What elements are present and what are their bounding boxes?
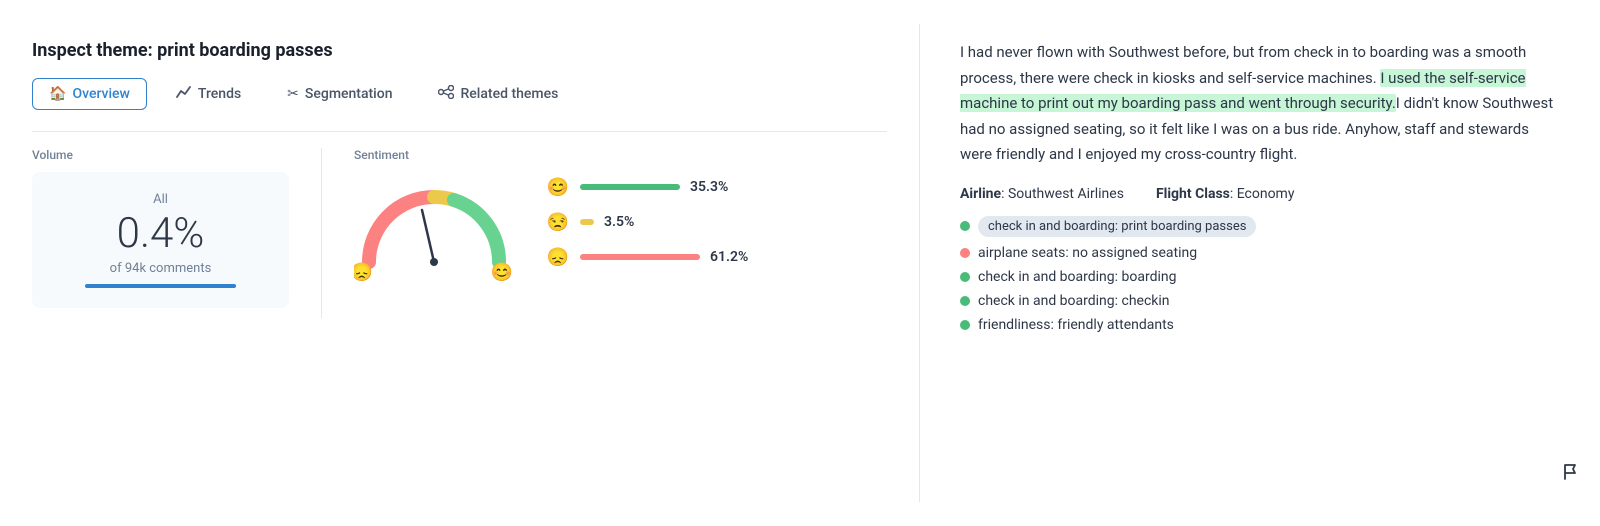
neutral-bar	[580, 219, 594, 225]
tag-4: friendliness: friendly attendants	[960, 317, 1560, 333]
volume-card: All 0.4% of 94k comments	[32, 172, 289, 308]
volume-label: Volume	[32, 148, 289, 162]
left-panel: Inspect theme: print boarding passes 🏠 O…	[0, 24, 920, 502]
gauge: 😞 😊	[354, 172, 514, 272]
svg-text:😞: 😞	[354, 262, 373, 282]
sentiment-breakdown: 😊 35.3% 😒 3.5% 😞	[546, 177, 754, 268]
volume-comments: of 94k comments	[52, 261, 269, 276]
airline-value: Southwest Airlines	[1008, 186, 1124, 202]
gauge-svg: 😞 😊	[354, 172, 514, 282]
positive-bar	[580, 184, 680, 190]
tag-2: check in and boarding: boarding	[960, 269, 1560, 285]
flight-class-label: Flight Class	[1156, 186, 1230, 202]
neutral-emoji: 😒	[546, 212, 570, 233]
tab-trends[interactable]: Trends	[159, 77, 258, 111]
flight-class-value: Economy	[1237, 186, 1295, 202]
tag-label-1: airplane seats: no assigned seating	[978, 245, 1197, 261]
right-panel: I had never flown with Southwest before,…	[920, 24, 1600, 502]
tag-1: airplane seats: no assigned seating	[960, 245, 1560, 261]
scissors-icon: ✂	[287, 86, 299, 102]
sentiment-positive: 😊 35.3%	[546, 177, 754, 198]
tag-dot-2	[960, 272, 970, 282]
tag-label-4: friendliness: friendly attendants	[978, 317, 1174, 333]
flight-colon: :	[1230, 186, 1237, 202]
review-meta: Airline: Southwest Airlines Flight Class…	[960, 186, 1560, 202]
related-icon	[438, 85, 454, 103]
negative-emoji: 😞	[546, 247, 570, 268]
volume-percent: 0.4%	[52, 211, 269, 257]
negative-pct: 61.2%	[710, 249, 754, 265]
tab-bar: 🏠 Overview Trends ✂ Segmentation Related…	[32, 77, 887, 111]
airline-colon: :	[1001, 186, 1008, 202]
flag-button[interactable]	[1562, 463, 1580, 486]
volume-bar	[85, 284, 237, 288]
metrics-row: Volume All 0.4% of 94k comments Sentimen…	[32, 148, 887, 318]
positive-emoji: 😊	[546, 177, 570, 198]
tag-dot-1	[960, 248, 970, 258]
sentiment-label: Sentiment	[354, 148, 887, 162]
sentiment-section: Sentiment	[322, 148, 887, 318]
airline-meta: Airline: Southwest Airlines	[960, 186, 1124, 202]
airline-label: Airline	[960, 186, 1001, 202]
tags-list: check in and boarding: print boarding pa…	[960, 216, 1560, 333]
volume-sub: All	[52, 192, 269, 207]
tag-3: check in and boarding: checkin	[960, 293, 1560, 309]
flight-class-meta: Flight Class: Economy	[1156, 186, 1295, 202]
review-text: I had never flown with Southwest before,…	[960, 40, 1560, 168]
home-icon: 🏠	[49, 86, 66, 102]
tab-segmentation[interactable]: ✂ Segmentation	[270, 78, 409, 110]
tag-dot-0	[960, 221, 970, 231]
tag-dot-4	[960, 320, 970, 330]
tag-0: check in and boarding: print boarding pa…	[960, 216, 1560, 237]
trends-icon	[176, 85, 192, 103]
positive-pct: 35.3%	[690, 179, 734, 195]
page-title: Inspect theme: print boarding passes	[32, 40, 887, 61]
neutral-pct: 3.5%	[604, 214, 648, 230]
sentiment-content: 😞 😊 😊 35.3% 😒	[354, 172, 887, 272]
negative-bar	[580, 254, 700, 260]
volume-section: Volume All 0.4% of 94k comments	[32, 148, 322, 318]
sentiment-neutral: 😒 3.5%	[546, 212, 754, 233]
tag-label-2: check in and boarding: boarding	[978, 269, 1176, 285]
svg-text:😊: 😊	[491, 262, 513, 282]
divider	[32, 131, 887, 132]
tag-label-0: check in and boarding: print boarding pa…	[978, 216, 1256, 237]
tag-dot-3	[960, 296, 970, 306]
sentiment-negative: 😞 61.2%	[546, 247, 754, 268]
tab-related-themes[interactable]: Related themes	[421, 77, 575, 111]
tab-overview[interactable]: 🏠 Overview	[32, 78, 147, 110]
tag-label-3: check in and boarding: checkin	[978, 293, 1170, 309]
